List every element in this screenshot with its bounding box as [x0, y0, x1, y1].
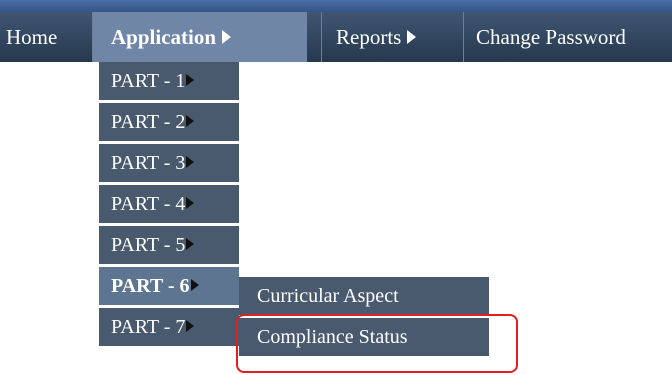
menu-home[interactable]: Home [0, 12, 93, 62]
menu-item-label: PART - 6 [111, 275, 190, 297]
application-dropdown: PART - 1 PART - 2 PART - 3 PART - 4 PART… [99, 62, 239, 349]
submenu-item-label: Curricular Aspect [257, 285, 399, 307]
menu-item-label: PART - 3 [111, 152, 186, 174]
submenu-arrow-icon [186, 320, 195, 333]
menu-item-label: PART - 5 [111, 234, 186, 256]
top-header-band [0, 0, 672, 12]
submenu-arrow-icon [222, 30, 232, 45]
menu-item-label: PART - 1 [111, 70, 186, 92]
submenu-arrow-icon [186, 115, 195, 128]
page: Home Application Reports Change Password… [0, 0, 672, 375]
menu-item-label: PART - 2 [111, 111, 186, 133]
submenu-arrow-icon [407, 30, 417, 45]
menu-application-label: Application [111, 25, 217, 49]
submenu-arrow-icon [186, 197, 195, 210]
menu-item-label: PART - 4 [111, 193, 186, 215]
submenu-arrow-icon [186, 238, 195, 251]
submenu-arrow-icon [190, 279, 199, 292]
menu-reports-label: Reports [336, 25, 402, 49]
menu-item-part-6[interactable]: PART - 6 [99, 267, 239, 305]
submenu-item-compliance-status[interactable]: Compliance Status [239, 318, 489, 356]
submenu-arrow-icon [186, 156, 195, 169]
submenu-item-label: Compliance Status [257, 326, 408, 348]
menu-item-part-1[interactable]: PART - 1 [99, 62, 239, 100]
menu-item-part-4[interactable]: PART - 4 [99, 185, 239, 223]
menu-change-password[interactable]: Change Password [464, 12, 672, 62]
submenu-arrow-icon [186, 74, 195, 87]
menu-change-password-label: Change Password [476, 25, 626, 49]
menu-item-part-5[interactable]: PART - 5 [99, 226, 239, 264]
menu-application[interactable]: Application [93, 12, 307, 62]
menu-item-part-7[interactable]: PART - 7 [99, 308, 239, 346]
menu-item-part-3[interactable]: PART - 3 [99, 144, 239, 182]
menu-item-part-2[interactable]: PART - 2 [99, 103, 239, 141]
menu-item-label: PART - 7 [111, 316, 186, 338]
menu-home-label: Home [6, 25, 58, 49]
submenu-item-curricular-aspect[interactable]: Curricular Aspect [239, 277, 489, 315]
menu-reports[interactable]: Reports [322, 12, 463, 62]
part-6-submenu: Curricular Aspect Compliance Status [239, 277, 489, 359]
